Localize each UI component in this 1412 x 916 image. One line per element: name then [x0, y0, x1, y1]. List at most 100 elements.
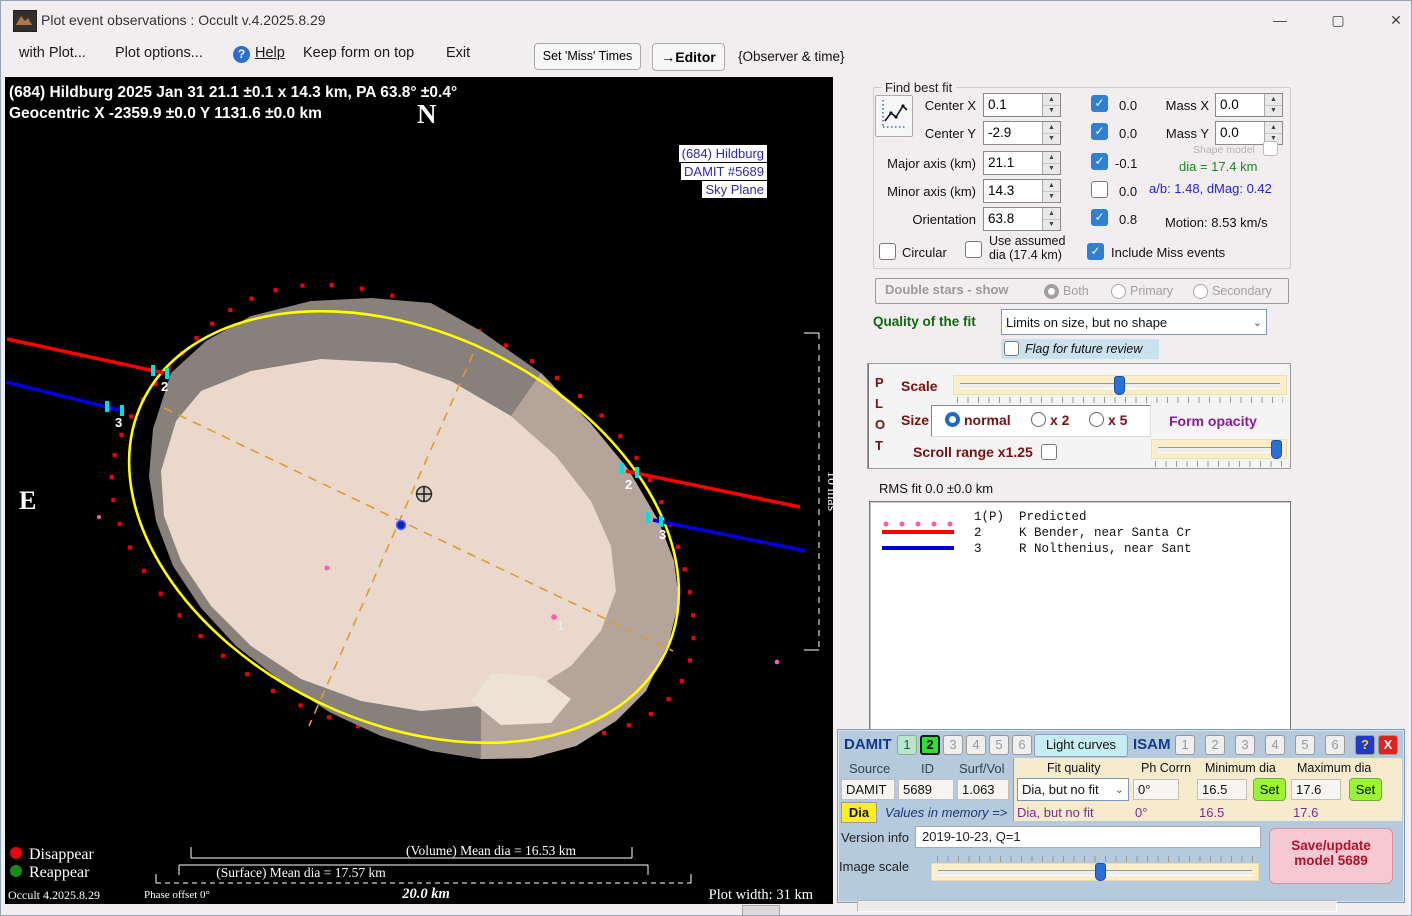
- phase-offset-label: Phase offset 0°: [144, 889, 210, 901]
- size-x5-radio[interactable]: [1089, 412, 1104, 427]
- observations-list[interactable]: 1(P) Predicted 2 K Bender, near Santa Cr…: [869, 501, 1291, 731]
- quality-combobox[interactable]: Limits on size, but no shape⌄: [1001, 309, 1267, 335]
- memory-min: 16.5: [1199, 805, 1224, 820]
- circular-label: Circular: [902, 245, 947, 260]
- menu-plot-options[interactable]: Plot options...: [115, 45, 203, 61]
- image-scale-thumb[interactable]: [1095, 863, 1106, 881]
- source-field[interactable]: DAMIT: [841, 779, 895, 800]
- plot-header-line1: (684) Hildburg 2025 Jan 31 21.1 ±0.1 x 1…: [9, 84, 457, 101]
- minor-axis-spinner[interactable]: 14.3▲▼: [983, 179, 1061, 203]
- image-scale-slider[interactable]: [931, 863, 1259, 881]
- ph-corrn-field[interactable]: 0°: [1133, 779, 1179, 800]
- max-dia-header: Maximum dia: [1297, 761, 1371, 775]
- memory-fit-quality: Dia, but no fit: [1017, 805, 1094, 820]
- isam-model-6-button[interactable]: 6: [1325, 735, 1345, 755]
- scroll-range-checkbox[interactable]: [1041, 444, 1057, 460]
- center-x-checkbox[interactable]: ✓: [1091, 95, 1108, 112]
- center-y-residual: 0.0: [1119, 126, 1137, 141]
- damit-model-1-button[interactable]: 1: [897, 735, 917, 755]
- flag-review-checkbox[interactable]: [1004, 341, 1019, 356]
- double-both-radio[interactable]: [1044, 284, 1059, 299]
- damit-help-button[interactable]: ?: [1355, 735, 1375, 755]
- size-x2-radio[interactable]: [1031, 412, 1046, 427]
- isam-model-2-button[interactable]: 2: [1205, 735, 1225, 755]
- double-primary-radio[interactable]: [1111, 284, 1126, 299]
- scale-slider-thumb[interactable]: [1114, 376, 1125, 395]
- damit-model-5-button[interactable]: 5: [989, 735, 1009, 755]
- opacity-slider[interactable]: [1151, 439, 1287, 459]
- plot-vertical-l: L: [875, 396, 883, 411]
- major-axis-spinner[interactable]: 21.1▲▼: [983, 151, 1061, 175]
- editor-button[interactable]: →Editor: [652, 43, 725, 71]
- min-dia-field[interactable]: 16.5: [1197, 779, 1247, 800]
- damit-model-6-button[interactable]: 6: [1012, 735, 1032, 755]
- id-header: ID: [921, 761, 934, 776]
- legend-chord3-marker: [882, 546, 954, 550]
- plot-legend: (684) Hildburg DAMIT #5689 Sky Plane: [679, 145, 767, 199]
- motion-note: Motion: 8.53 km/s: [1165, 215, 1268, 230]
- sky-plane-plot[interactable]: 2 3 2 3 1 10 mas (684) Hildburg: [5, 77, 833, 904]
- close-button[interactable]: ✕: [1373, 7, 1412, 33]
- mas-scale-bracket: [804, 333, 819, 650]
- include-miss-checkbox[interactable]: ✓: [1087, 243, 1104, 260]
- isam-title: ISAM: [1133, 736, 1171, 753]
- reappear-label: Reappear: [29, 864, 90, 881]
- center-y-spinner[interactable]: -2.9▲▼: [983, 121, 1061, 145]
- set-min-dia-button[interactable]: Set: [1253, 778, 1286, 801]
- damit-model-3-button[interactable]: 3: [943, 735, 963, 755]
- predicted-label: 1: [557, 619, 564, 633]
- mas-scale-label: 10 mas: [824, 471, 833, 511]
- use-assumed-label-1: Use assumed: [989, 234, 1065, 248]
- opacity-slider-thumb[interactable]: [1271, 440, 1282, 459]
- isam-model-4-button[interactable]: 4: [1265, 735, 1285, 755]
- damit-model-4-button[interactable]: 4: [966, 735, 986, 755]
- set-miss-times-button[interactable]: Set 'Miss' Times: [534, 43, 641, 70]
- id-field[interactable]: 5689: [898, 779, 954, 800]
- bottom-scroll-track[interactable]: [857, 900, 1337, 912]
- mass-x-spinner[interactable]: 0.0▲▼: [1215, 93, 1283, 117]
- orientation-label: Orientation: [881, 212, 976, 227]
- set-max-dia-button[interactable]: Set: [1349, 778, 1382, 801]
- save-update-button[interactable]: Save/update model 5689: [1269, 828, 1393, 884]
- center-y-label: Center Y: [876, 126, 976, 141]
- plot-hscroll-thumb[interactable]: [742, 905, 780, 916]
- double-secondary-radio[interactable]: [1193, 284, 1208, 299]
- menu-keep-on-top[interactable]: Keep form on top: [303, 45, 414, 61]
- menu-with-plot[interactable]: with Plot...: [19, 45, 86, 61]
- version-info-field[interactable]: 2019-10-23, Q=1: [915, 826, 1261, 848]
- circular-checkbox[interactable]: [879, 243, 896, 260]
- observation-row[interactable]: 3 R Nolthenius, near Sant: [974, 542, 1192, 556]
- maximize-button[interactable]: ▢: [1315, 7, 1361, 33]
- isam-model-5-button[interactable]: 5: [1295, 735, 1315, 755]
- light-curves-button[interactable]: Light curves: [1034, 734, 1128, 757]
- observation-row[interactable]: 1(P) Predicted: [974, 510, 1087, 524]
- menu-exit[interactable]: Exit: [446, 45, 470, 61]
- dia-note: dia = 17.4 km: [1179, 159, 1257, 174]
- isam-model-1-button[interactable]: 1: [1175, 735, 1195, 755]
- fit-quality-combobox[interactable]: Dia, but no fit⌄: [1017, 778, 1129, 801]
- max-dia-field[interactable]: 17.6: [1291, 779, 1341, 800]
- scale-slider[interactable]: [953, 375, 1287, 395]
- surfvol-field[interactable]: 1.063: [957, 779, 1009, 800]
- shape-model-checkbox[interactable]: [1263, 141, 1278, 156]
- damit-close-button[interactable]: X: [1378, 735, 1398, 755]
- orientation-checkbox[interactable]: ✓: [1091, 209, 1108, 226]
- help-icon: ?: [233, 46, 250, 63]
- menu-help[interactable]: Help: [255, 45, 285, 61]
- major-axis-checkbox[interactable]: ✓: [1091, 153, 1108, 170]
- observation-row[interactable]: 2 K Bender, near Santa Cr: [974, 526, 1192, 540]
- size-normal-radio[interactable]: [945, 412, 960, 427]
- isam-model-3-button[interactable]: 3: [1235, 735, 1255, 755]
- minimize-button[interactable]: —: [1257, 7, 1303, 33]
- double-primary-label: Primary: [1130, 284, 1173, 298]
- legend-skyplane: Sky Plane: [702, 181, 767, 198]
- center-x-spinner[interactable]: 0.1▲▼: [983, 93, 1061, 117]
- minor-axis-checkbox[interactable]: [1091, 181, 1108, 198]
- major-axis-residual: -0.1: [1115, 156, 1137, 171]
- mass-x-label: Mass X: [1141, 98, 1209, 113]
- use-assumed-checkbox[interactable]: [965, 241, 982, 258]
- center-y-checkbox[interactable]: ✓: [1091, 123, 1108, 140]
- dia-button[interactable]: Dia: [841, 802, 877, 823]
- orientation-spinner[interactable]: 63.8▲▼: [983, 207, 1061, 231]
- damit-model-2-button[interactable]: 2: [920, 735, 940, 755]
